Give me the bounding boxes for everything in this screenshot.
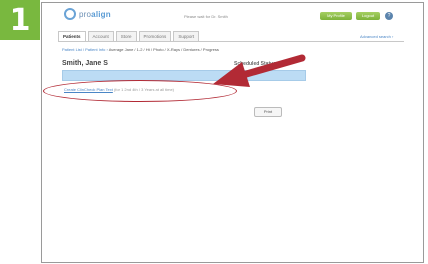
tab-support[interactable]: Support — [173, 31, 200, 41]
logo-text: proalign — [79, 9, 111, 19]
profile-button[interactable]: My Profile — [320, 12, 352, 20]
tab-promotions[interactable]: Promotions — [138, 31, 172, 41]
status-column-heading: Scheduled Status — [234, 61, 276, 67]
print-button[interactable]: Print — [254, 107, 282, 117]
breadcrumb-link[interactable]: Patient List / Patient Info › — [62, 47, 108, 52]
welcome-text: Please wait for Dr. Smith — [184, 14, 228, 19]
screenshot-frame: proalign Please wait for Dr. Smith My Pr… — [41, 2, 424, 263]
step-number-badge: 1 — [0, 0, 40, 40]
logout-button[interactable]: Logout — [356, 12, 380, 20]
highlight-oval — [43, 80, 237, 102]
breadcrumb-current: Average Jane / 1-2 / Ht / Photo / X-Rays… — [108, 47, 219, 52]
tab-divider — [58, 41, 404, 42]
help-icon[interactable]: ? — [385, 12, 393, 20]
highlighted-status-row — [62, 70, 306, 81]
tab-patients[interactable]: Patients — [58, 31, 86, 41]
advanced-search-link[interactable]: Advanced search › — [360, 34, 393, 39]
tab-store[interactable]: Store — [115, 31, 137, 41]
top-bar: proalign Please wait for Dr. Smith My Pr… — [42, 3, 423, 28]
tab-account[interactable]: Account — [87, 31, 114, 41]
step-number: 1 — [9, 2, 31, 38]
patient-name: Smith, Jane S — [62, 60, 108, 67]
app-logo[interactable]: proalign — [64, 8, 111, 20]
logo-mark-icon — [64, 8, 76, 20]
main-tabs: Patients Account Store Promotions Suppor… — [58, 31, 201, 41]
breadcrumb: Patient List / Patient Info › Average Ja… — [62, 47, 219, 52]
